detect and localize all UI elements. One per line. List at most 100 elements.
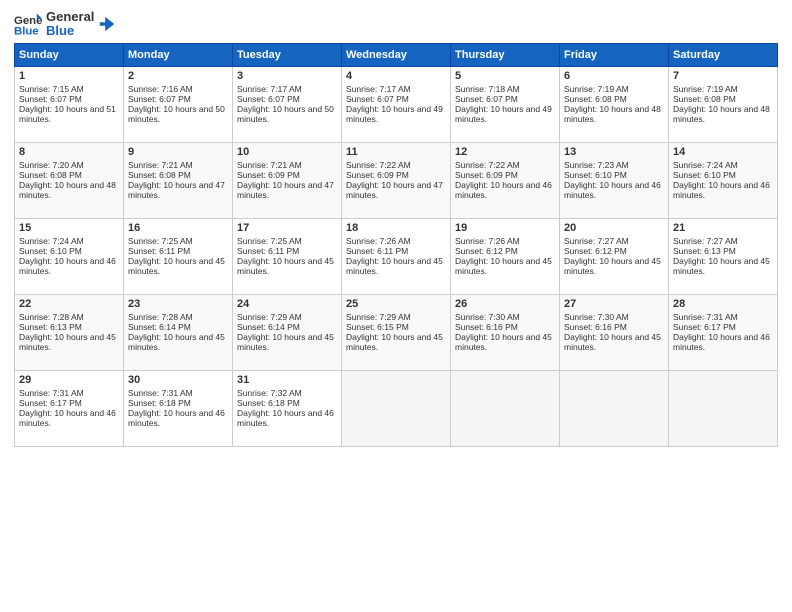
- day-number: 10: [237, 146, 337, 158]
- table-row: 5Sunrise: 7:18 AMSunset: 6:07 PMDaylight…: [451, 66, 560, 142]
- day-number: 22: [19, 298, 119, 310]
- sunrise-text: Sunrise: 7:25 AM: [237, 236, 302, 246]
- sunrise-text: Sunrise: 7:31 AM: [673, 312, 738, 322]
- daylight-text: Daylight: 10 hours and 48 minutes.: [564, 104, 661, 124]
- day-number: 20: [564, 222, 664, 234]
- sunrise-text: Sunrise: 7:24 AM: [19, 236, 84, 246]
- daylight-text: Daylight: 10 hours and 45 minutes.: [346, 256, 443, 276]
- calendar-week-row: 22Sunrise: 7:28 AMSunset: 6:13 PMDayligh…: [15, 294, 778, 370]
- table-row: 25Sunrise: 7:29 AMSunset: 6:15 PMDayligh…: [342, 294, 451, 370]
- table-row: 22Sunrise: 7:28 AMSunset: 6:13 PMDayligh…: [15, 294, 124, 370]
- sunrise-text: Sunrise: 7:27 AM: [673, 236, 738, 246]
- col-tuesday: Tuesday: [233, 43, 342, 66]
- sunset-text: Sunset: 6:11 PM: [237, 246, 299, 256]
- daylight-text: Daylight: 10 hours and 46 minutes.: [673, 332, 770, 352]
- sunset-text: Sunset: 6:18 PM: [128, 398, 191, 408]
- day-number: 4: [346, 70, 446, 82]
- table-row: 4Sunrise: 7:17 AMSunset: 6:07 PMDaylight…: [342, 66, 451, 142]
- sunrise-text: Sunrise: 7:29 AM: [346, 312, 411, 322]
- table-row: 9Sunrise: 7:21 AMSunset: 6:08 PMDaylight…: [124, 142, 233, 218]
- table-row: 2Sunrise: 7:16 AMSunset: 6:07 PMDaylight…: [124, 66, 233, 142]
- table-row: 27Sunrise: 7:30 AMSunset: 6:16 PMDayligh…: [560, 294, 669, 370]
- daylight-text: Daylight: 10 hours and 46 minutes.: [564, 180, 661, 200]
- sunset-text: Sunset: 6:15 PM: [346, 322, 409, 332]
- sunrise-text: Sunrise: 7:26 AM: [455, 236, 520, 246]
- sunrise-text: Sunrise: 7:19 AM: [564, 84, 629, 94]
- day-number: 27: [564, 298, 664, 310]
- sunrise-text: Sunrise: 7:18 AM: [455, 84, 520, 94]
- logo-general: General: [46, 10, 94, 24]
- sunset-text: Sunset: 6:17 PM: [673, 322, 736, 332]
- logo: General Blue General Blue: [14, 10, 116, 39]
- sunset-text: Sunset: 6:07 PM: [128, 94, 191, 104]
- table-row: [451, 370, 560, 446]
- table-row: [342, 370, 451, 446]
- table-row: 29Sunrise: 7:31 AMSunset: 6:17 PMDayligh…: [15, 370, 124, 446]
- table-row: 19Sunrise: 7:26 AMSunset: 6:12 PMDayligh…: [451, 218, 560, 294]
- table-row: 24Sunrise: 7:29 AMSunset: 6:14 PMDayligh…: [233, 294, 342, 370]
- daylight-text: Daylight: 10 hours and 47 minutes.: [237, 180, 334, 200]
- sunrise-text: Sunrise: 7:26 AM: [346, 236, 411, 246]
- daylight-text: Daylight: 10 hours and 49 minutes.: [455, 104, 552, 124]
- table-row: 18 Sunrise: 7:26 AMSunset: 6:11 PMDayligh…: [342, 218, 451, 294]
- table-row: 11Sunrise: 7:22 AMSunset: 6:09 PMDayligh…: [342, 142, 451, 218]
- sunset-text: Sunset: 6:09 PM: [455, 170, 518, 180]
- daylight-text: Daylight: 10 hours and 45 minutes.: [455, 256, 552, 276]
- header-row: Sunday Monday Tuesday Wednesday Thursday…: [15, 43, 778, 66]
- sunset-text: Sunset: 6:14 PM: [237, 322, 300, 332]
- table-row: 7Sunrise: 7:19 AMSunset: 6:08 PMDaylight…: [669, 66, 778, 142]
- daylight-text: Daylight: 10 hours and 47 minutes.: [128, 180, 225, 200]
- sunset-text: Sunset: 6:16 PM: [564, 322, 627, 332]
- sunset-text: Sunset: 6:09 PM: [237, 170, 300, 180]
- day-number: 3: [237, 70, 337, 82]
- col-sunday: Sunday: [15, 43, 124, 66]
- daylight-text: Daylight: 10 hours and 49 minutes.: [346, 104, 443, 124]
- day-number: 24: [237, 298, 337, 310]
- calendar-table: Sunday Monday Tuesday Wednesday Thursday…: [14, 43, 778, 447]
- table-row: [669, 370, 778, 446]
- sunrise-text: Sunrise: 7:16 AM: [128, 84, 193, 94]
- sunrise-text: Sunrise: 7:27 AM: [564, 236, 629, 246]
- daylight-text: Daylight: 10 hours and 45 minutes.: [19, 332, 116, 352]
- day-number: 29: [19, 374, 119, 386]
- daylight-text: Daylight: 10 hours and 46 minutes.: [19, 408, 116, 428]
- sunset-text: Sunset: 6:11 PM: [346, 246, 408, 256]
- table-row: 30Sunrise: 7:31 AMSunset: 6:18 PMDayligh…: [124, 370, 233, 446]
- sunset-text: Sunset: 6:08 PM: [19, 170, 82, 180]
- sunset-text: Sunset: 6:14 PM: [128, 322, 191, 332]
- table-row: 20Sunrise: 7:27 AMSunset: 6:12 PMDayligh…: [560, 218, 669, 294]
- sunset-text: Sunset: 6:18 PM: [237, 398, 300, 408]
- day-number: 18: [346, 222, 446, 234]
- logo-icon: General Blue: [14, 10, 42, 38]
- sunrise-text: Sunrise: 7:23 AM: [564, 160, 629, 170]
- daylight-text: Daylight: 10 hours and 45 minutes.: [128, 256, 225, 276]
- day-number: 25: [346, 298, 446, 310]
- table-row: 14Sunrise: 7:24 AMSunset: 6:10 PMDayligh…: [669, 142, 778, 218]
- day-number: 26: [455, 298, 555, 310]
- day-number: 30: [128, 374, 228, 386]
- day-number: 1: [19, 70, 119, 82]
- table-row: 31Sunrise: 7:32 AMSunset: 6:18 PMDayligh…: [233, 370, 342, 446]
- col-friday: Friday: [560, 43, 669, 66]
- sunset-text: Sunset: 6:10 PM: [673, 170, 736, 180]
- table-row: 1Sunrise: 7:15 AMSunset: 6:07 PMDaylight…: [15, 66, 124, 142]
- sunset-text: Sunset: 6:08 PM: [128, 170, 191, 180]
- daylight-text: Daylight: 10 hours and 45 minutes.: [237, 332, 334, 352]
- day-number: 8: [19, 146, 119, 158]
- table-row: 13Sunrise: 7:23 AMSunset: 6:10 PMDayligh…: [560, 142, 669, 218]
- daylight-text: Daylight: 10 hours and 46 minutes.: [673, 180, 770, 200]
- daylight-text: Daylight: 10 hours and 45 minutes.: [564, 332, 661, 352]
- daylight-text: Daylight: 10 hours and 45 minutes.: [128, 332, 225, 352]
- daylight-text: Daylight: 10 hours and 45 minutes.: [237, 256, 334, 276]
- table-row: 26Sunrise: 7:30 AMSunset: 6:16 PMDayligh…: [451, 294, 560, 370]
- sunset-text: Sunset: 6:10 PM: [564, 170, 627, 180]
- day-number: 16: [128, 222, 228, 234]
- day-number: 28: [673, 298, 773, 310]
- sunset-text: Sunset: 6:08 PM: [564, 94, 627, 104]
- table-row: 28 Sunrise: 7:31 AMSunset: 6:17 PMDayligh…: [669, 294, 778, 370]
- daylight-text: Daylight: 10 hours and 45 minutes.: [673, 256, 770, 276]
- day-number: 17: [237, 222, 337, 234]
- day-number: 6: [564, 70, 664, 82]
- col-thursday: Thursday: [451, 43, 560, 66]
- sunset-text: Sunset: 6:17 PM: [19, 398, 82, 408]
